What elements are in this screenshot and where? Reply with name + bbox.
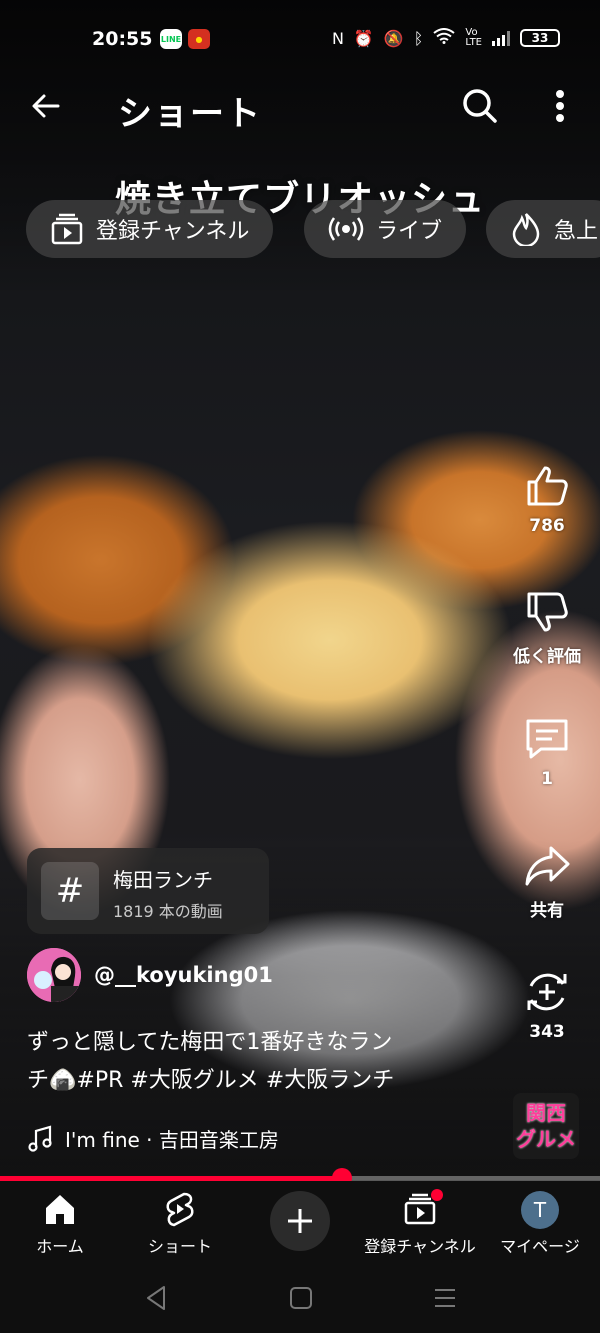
channel-handle[interactable]: @__koyuking01: [94, 963, 273, 987]
bottom-navigation: ホーム ショート 登録チャンネル T マイページ: [0, 1181, 600, 1261]
chip-label: 登録チャンネル: [96, 219, 250, 244]
volte-icon: Vo LTE: [465, 27, 482, 48]
live-icon: [328, 217, 364, 241]
alarm-icon: ⏰: [353, 28, 374, 48]
signal-icon: [492, 30, 510, 46]
nav-home-label: ホーム: [36, 1237, 84, 1256]
chip-trending[interactable]: 急上: [486, 200, 600, 258]
nfc-icon: N: [331, 28, 344, 48]
home-square-icon[interactable]: [286, 1283, 316, 1313]
wifi-icon: [433, 28, 455, 48]
chip-label: 急上: [554, 219, 599, 244]
system-navigation-bar: [0, 1261, 600, 1333]
notification-dot: [431, 1189, 443, 1201]
plus-icon: [288, 1209, 312, 1233]
description-line-2: チ🍙#PR #大阪グルメ #大阪ランチ: [27, 1068, 395, 1093]
nav-mypage[interactable]: T マイページ: [480, 1191, 600, 1257]
share-label: 共有: [530, 901, 564, 921]
filter-chips: 登録チャンネル ライブ 急上: [26, 200, 600, 260]
subscriptions-icon: [51, 213, 83, 245]
nav-mypage-label: マイページ: [500, 1237, 580, 1256]
like-count: 786: [529, 516, 565, 536]
channel-avatar[interactable]: [27, 948, 81, 1002]
remix-count: 343: [529, 1022, 565, 1042]
create-button[interactable]: [270, 1191, 330, 1251]
remix-button[interactable]: 343: [507, 968, 587, 1042]
comment-icon: [526, 719, 568, 759]
nav-home[interactable]: ホーム: [0, 1191, 120, 1257]
home-icon: [46, 1195, 74, 1224]
nav-shorts-label: ショート: [147, 1237, 212, 1256]
badge-line-1: 関西: [526, 1101, 566, 1125]
dislike-label: 低く評価: [513, 647, 581, 667]
music-info[interactable]: I'm fine · 吉田音楽工房: [27, 1124, 279, 1153]
music-note-icon: [28, 1125, 52, 1152]
hashtag-name: 梅田ランチ: [113, 868, 213, 892]
chip-subscriptions[interactable]: 登録チャンネル: [26, 200, 274, 258]
back-triangle-icon[interactable]: [142, 1283, 172, 1313]
recents-menu-icon[interactable]: [430, 1283, 460, 1313]
user-avatar: T: [521, 1191, 559, 1229]
back-arrow-icon[interactable]: [28, 88, 64, 124]
subscriptions-icon-wrap: [360, 1189, 480, 1227]
page-title: ショート: [118, 94, 262, 134]
more-vert-icon[interactable]: [546, 86, 574, 126]
remix-icon: [527, 973, 567, 1011]
shorts-icon: [166, 1192, 194, 1227]
status-bar: 20:55 LINE ● N ⏰ 🔕 ᛒ Vo LTE 33: [0, 22, 600, 58]
channel-badge[interactable]: 関西 グルメ: [513, 1093, 579, 1159]
search-icon[interactable]: [460, 86, 500, 126]
dislike-button[interactable]: 低く評価: [507, 588, 587, 667]
trending-icon: [512, 213, 540, 246]
description-line-1: ずっと隠してた梅田で1番好きなラン: [27, 1030, 393, 1055]
hashtag-card[interactable]: # 梅田ランチ 1819 本の動画: [27, 848, 269, 934]
bluetooth-icon: ᛒ: [413, 28, 424, 48]
thumbs-up-icon: [527, 466, 568, 506]
mute-icon: 🔕: [383, 28, 404, 48]
hashtag-video-count: 1819 本の動画: [113, 902, 223, 921]
nav-subscriptions[interactable]: 登録チャンネル: [360, 1189, 480, 1257]
comment-button[interactable]: 1: [507, 715, 587, 789]
share-icon: [525, 846, 570, 886]
battery-indicator: 33: [520, 29, 560, 47]
avatar-image: [27, 948, 81, 1002]
nav-shorts[interactable]: ショート: [120, 1191, 240, 1257]
chip-live[interactable]: ライブ: [304, 200, 467, 258]
app-header: ショート: [0, 80, 600, 134]
badge-line-2: グルメ: [516, 1127, 576, 1151]
thumbs-down-icon: [527, 592, 568, 632]
share-button[interactable]: 共有: [507, 842, 587, 921]
status-icons: N ⏰ 🔕 ᛒ Vo LTE 33: [332, 28, 560, 48]
music-track: I'm fine · 吉田音楽工房: [65, 1128, 279, 1152]
comment-count: 1: [541, 769, 553, 789]
nav-subscriptions-label: 登録チャンネル: [364, 1237, 476, 1256]
chip-label: ライブ: [376, 219, 443, 244]
line-app-icon: LINE: [160, 29, 182, 49]
video-description[interactable]: ずっと隠してた梅田で1番好きなラン チ🍙#PR #大阪グルメ #大阪ランチ: [27, 1024, 487, 1100]
status-time: 20:55: [92, 28, 153, 50]
notification-app-icon: ●: [188, 29, 210, 49]
like-button[interactable]: 786: [507, 462, 587, 536]
hashtag-icon: #: [41, 862, 99, 920]
